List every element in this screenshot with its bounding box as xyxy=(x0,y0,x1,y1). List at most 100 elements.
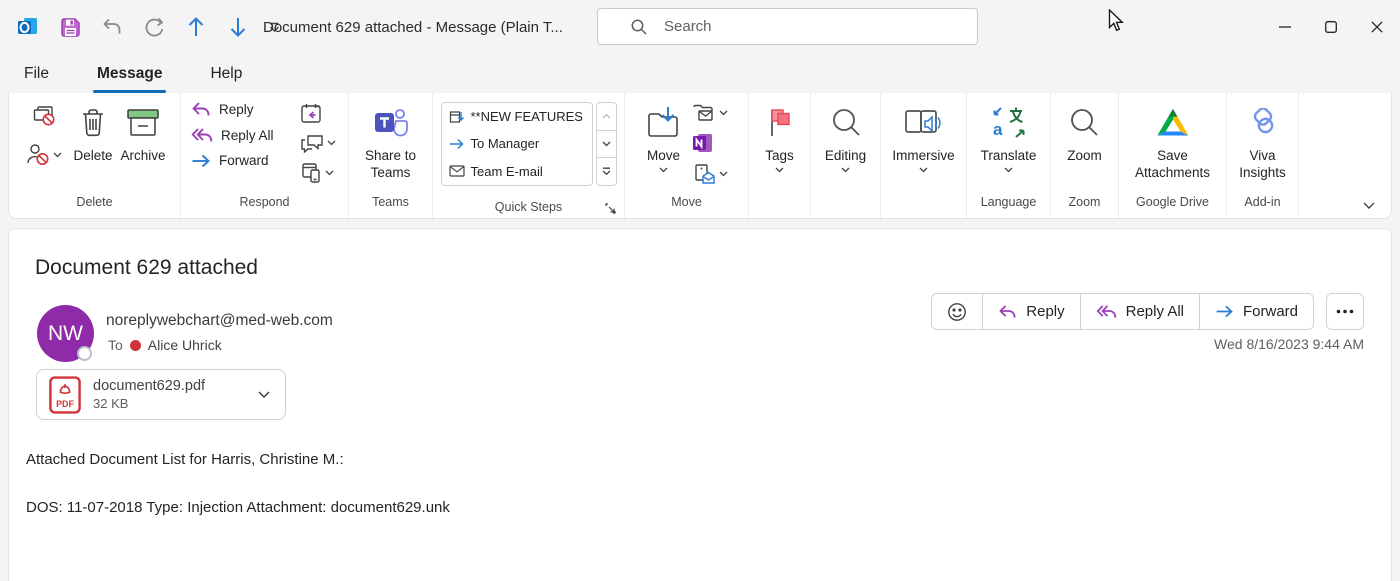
reply-header-button[interactable]: Reply xyxy=(982,294,1079,329)
message-timestamp: Wed 8/16/2023 9:44 AM xyxy=(1214,336,1364,352)
translate-button[interactable]: a Translate xyxy=(981,93,1037,195)
ribbon-group-teams: Share to Teams Teams xyxy=(349,93,433,218)
tab-help[interactable]: Help xyxy=(208,59,244,89)
move-up-icon[interactable] xyxy=(182,13,210,41)
reply-all-arrow-icon xyxy=(191,127,213,143)
viva-insights-icon xyxy=(1247,102,1279,144)
collapse-ribbon-button[interactable] xyxy=(1363,202,1375,210)
search-icon xyxy=(630,18,648,36)
onenote-icon xyxy=(692,132,714,154)
chevron-down-icon xyxy=(841,167,850,173)
group-label-tags xyxy=(749,195,810,218)
teams-icon xyxy=(373,102,409,144)
arrow-right-icon xyxy=(449,138,465,150)
group-label-immersive xyxy=(881,195,966,218)
reply-all-button[interactable]: Reply All xyxy=(191,127,274,143)
quick-steps-dialog-launcher[interactable] xyxy=(605,203,616,214)
reply-with-meeting-button[interactable] xyxy=(300,103,322,124)
maximize-button[interactable] xyxy=(1308,0,1354,54)
trash-icon xyxy=(79,102,107,144)
group-label-zoom: Zoom xyxy=(1051,195,1118,218)
sender-presence-badge xyxy=(77,346,92,361)
zoom-button[interactable]: Zoom xyxy=(1067,93,1102,195)
avatar-initials: NW xyxy=(48,322,83,346)
onenote-button[interactable] xyxy=(692,132,714,154)
search-placeholder: Search xyxy=(664,18,712,35)
ribbon-group-respond: Reply Reply All Forward xyxy=(181,93,349,218)
group-label-move: Move xyxy=(625,195,748,218)
reply-all-header-button[interactable]: Reply All xyxy=(1080,294,1199,329)
actions-button[interactable] xyxy=(692,163,728,185)
mouse-cursor xyxy=(1108,9,1125,33)
recipient-name[interactable]: Alice Uhrick xyxy=(148,337,222,353)
ribbon-group-addin: Viva Insights Add-in xyxy=(1227,93,1299,218)
window-controls xyxy=(1262,0,1400,54)
undo-icon[interactable] xyxy=(98,13,126,41)
move-down-icon[interactable] xyxy=(224,13,252,41)
save-attachments-button[interactable]: Save Attachments xyxy=(1123,93,1223,195)
ribbon-group-delete: Delete Archive Delete xyxy=(9,93,181,218)
close-button[interactable] xyxy=(1354,0,1400,54)
more-actions-button[interactable] xyxy=(1326,293,1364,330)
redo-icon[interactable] xyxy=(140,13,168,41)
ribbon: Delete Archive Delete xyxy=(8,93,1392,219)
sender-email[interactable]: noreplywebchart@med-web.com xyxy=(106,312,333,330)
archive-button[interactable]: Archive xyxy=(121,93,166,195)
delete-button[interactable]: Delete xyxy=(73,93,112,195)
forward-arrow-icon xyxy=(191,154,211,168)
chevron-down-icon xyxy=(719,110,728,116)
ribbon-group-immersive: Immersive xyxy=(881,93,967,218)
outlook-app-icon xyxy=(14,13,42,41)
quick-step-to-manager[interactable]: To Manager xyxy=(442,130,592,157)
quick-steps-scroll-up[interactable] xyxy=(597,103,616,130)
reply-button[interactable]: Reply xyxy=(191,101,274,117)
ignore-button[interactable] xyxy=(32,105,56,127)
forward-arrow-icon xyxy=(1215,305,1234,318)
share-to-teams-button[interactable]: Share to Teams xyxy=(353,93,429,195)
viva-insights-button[interactable]: Viva Insights xyxy=(1229,93,1297,195)
recipient-line: To Alice Uhrick xyxy=(108,337,222,353)
tags-button[interactable]: Tags xyxy=(765,93,794,195)
block-sender-button[interactable] xyxy=(26,143,62,166)
move-button[interactable]: Move xyxy=(646,93,682,195)
chevron-down-icon xyxy=(53,152,62,158)
quick-steps-scroll-down[interactable] xyxy=(597,130,616,158)
save-icon[interactable] xyxy=(56,13,84,41)
attachment-chip[interactable]: PDF document629.pdf 32 KB xyxy=(36,369,286,420)
attachment-menu-button[interactable] xyxy=(249,375,279,415)
ribbon-group-tags: Tags xyxy=(749,93,811,218)
pdf-icon: PDF xyxy=(49,376,81,414)
minimize-button[interactable] xyxy=(1262,0,1308,54)
quick-step-new-features[interactable]: **NEW FEATURES xyxy=(442,103,592,130)
reactions-button[interactable] xyxy=(932,294,982,329)
message-pane: Document 629 attached Reply Reply All xyxy=(8,228,1392,581)
group-label-delete: Delete xyxy=(9,195,180,218)
body-line-1: Attached Document List for Harris, Chris… xyxy=(26,451,344,468)
reply-with-im-button[interactable] xyxy=(300,133,336,153)
titlebar: Document 629 attached - Message (Plain T… xyxy=(0,0,1400,54)
forward-button[interactable]: Forward xyxy=(191,153,274,168)
chevron-down-icon xyxy=(919,167,928,173)
quick-steps-box: **NEW FEATURES To Manager Team E-mail xyxy=(441,102,593,186)
rules-button[interactable] xyxy=(692,103,728,123)
quick-steps-scrollbar xyxy=(596,102,617,186)
to-label: To xyxy=(108,337,123,353)
quick-steps-more[interactable] xyxy=(597,157,616,185)
reply-by-phone-button[interactable] xyxy=(300,162,334,183)
group-label-language: Language xyxy=(967,195,1050,218)
immersive-reader-icon xyxy=(903,102,943,144)
ribbon-group-quick-steps: **NEW FEATURES To Manager Team E-mail xyxy=(433,93,625,218)
quick-step-team-email[interactable]: Team E-mail xyxy=(442,158,592,185)
attachment-filename: document629.pdf xyxy=(93,378,237,394)
search-box[interactable]: Search xyxy=(597,8,978,45)
chevron-down-icon xyxy=(325,170,334,176)
ellipsis-icon xyxy=(1336,309,1354,314)
ribbon-group-google-drive: Save Attachments Google Drive xyxy=(1119,93,1227,218)
forward-header-button[interactable]: Forward xyxy=(1199,294,1313,329)
chevron-down-icon xyxy=(775,167,784,173)
tab-file[interactable]: File xyxy=(22,59,51,89)
immersive-button[interactable]: Immersive xyxy=(892,93,954,195)
tab-message[interactable]: Message xyxy=(95,59,164,89)
flag-icon xyxy=(766,102,794,144)
editing-button[interactable]: Editing xyxy=(825,93,866,195)
